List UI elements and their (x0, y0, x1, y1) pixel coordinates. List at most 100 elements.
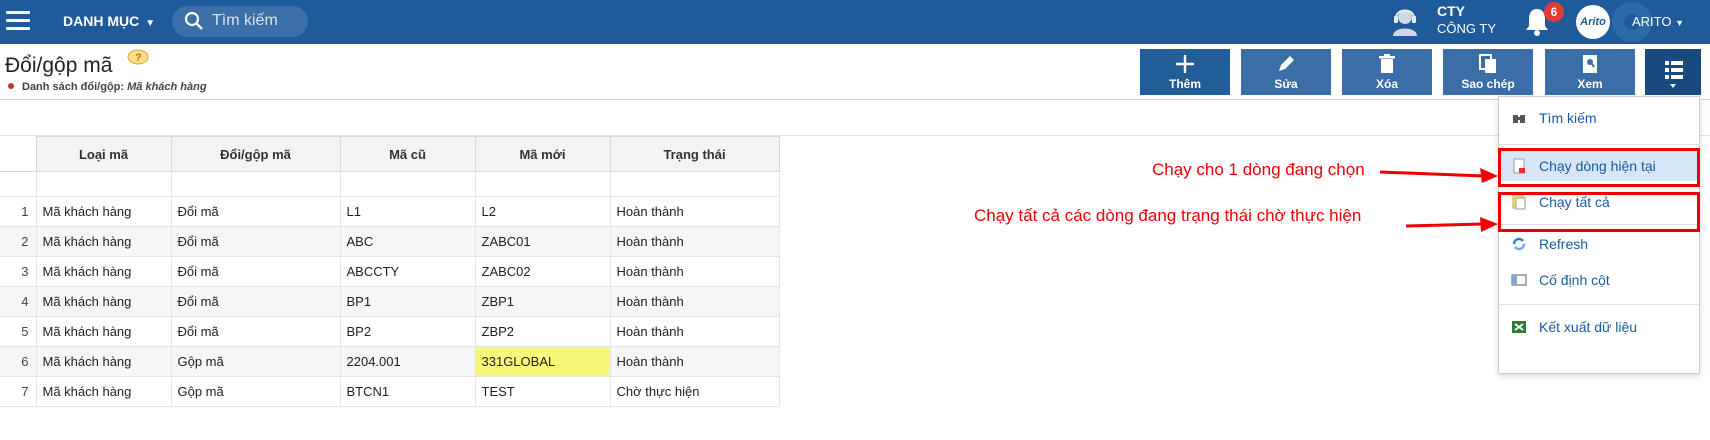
filter-row (0, 171, 780, 197)
excel-export-icon (1512, 321, 1526, 333)
avatar[interactable]: Arito (1576, 5, 1610, 39)
table-cell[interactable]: BP2 (339, 316, 476, 347)
menu-item-export[interactable]: Kết xuất dữ liệu (1499, 312, 1699, 342)
table-cell[interactable]: Đổi mã (170, 256, 341, 287)
table-cell[interactable]: Đổi mã (170, 316, 341, 347)
edit-button[interactable]: Sửa (1241, 49, 1331, 95)
table-cell[interactable]: Đổi mã (170, 286, 341, 317)
table-cell[interactable]: ZBP2 (474, 316, 611, 347)
subtitle-prefix: Danh sách đổi/gộp: (22, 81, 125, 93)
table-cell[interactable]: Mã khách hàng (35, 376, 172, 407)
menu-item-search[interactable]: Tìm kiếm (1499, 103, 1699, 133)
selected-table-cell[interactable]: 331GLOBAL (474, 346, 611, 377)
table-cell[interactable]: ZABC01 (474, 226, 611, 257)
table-cell[interactable]: ABCCTY (339, 256, 476, 287)
column-header[interactable]: Mã cũ (339, 136, 476, 172)
delete-button-label: Xóa (1375, 77, 1398, 91)
row-number: 2 (0, 226, 37, 257)
bullet-dot-icon (8, 83, 14, 89)
table-cell[interactable]: Hoàn thành (609, 346, 780, 377)
column-header[interactable]: Mã mới (474, 136, 611, 172)
column-header[interactable]: Loại mã (35, 136, 172, 172)
pencil-icon (1241, 53, 1331, 77)
table-row[interactable]: 4 Mã khách hàng Đổi mã BP1 ZBP1 Hoàn thà… (0, 286, 780, 317)
table-cell[interactable]: Đổi mã (170, 196, 341, 227)
top-navbar: DANH MỤC ▼ Tìm kiếm CTY CÔNG TY 6 Arito A… (0, 0, 1710, 44)
support-agent-icon[interactable] (1388, 4, 1422, 38)
table-cell[interactable]: Gộp mã (170, 346, 341, 377)
menu-item-freeze-column[interactable]: Cố định cột (1499, 265, 1699, 295)
annotation-run-all: Chạy tất cả các dòng đang trạng thái chờ… (974, 206, 1362, 225)
menu-divider (1499, 304, 1699, 305)
table-cell[interactable]: BTCN1 (339, 376, 476, 407)
table-cell[interactable]: Mã khách hàng (35, 286, 172, 317)
column-header[interactable]: Trạng thái (609, 136, 780, 172)
category-menu-button[interactable]: DANH MỤC ▼ (63, 13, 155, 29)
table-row[interactable]: 5 Mã khách hàng Đổi mã BP2 ZBP2 Hoàn thà… (0, 316, 780, 347)
table-cell[interactable]: TEST (474, 376, 611, 407)
table-cell[interactable]: Hoàn thành (609, 286, 780, 317)
page-subtitle: Danh sách đổi/gộp: Mã khách hàng (8, 81, 207, 93)
table-cell[interactable]: Đổi mã (170, 226, 341, 257)
highlight-box-run-current (1498, 148, 1700, 187)
annotation-run-current: Chạy cho 1 dòng đang chọn (1152, 160, 1365, 179)
copy-icon (1443, 53, 1533, 77)
column-header[interactable]: Đổi/gộp mã (170, 136, 341, 172)
table-cell[interactable]: ZBP1 (474, 286, 611, 317)
filter-cell[interactable] (474, 171, 611, 197)
filter-cell[interactable] (35, 171, 172, 197)
user-menu-button[interactable]: ARITO ▼ (1632, 14, 1684, 29)
table-row[interactable]: 1 Mã khách hàng Đổi mã L1 L2 Hoàn thành (0, 196, 780, 227)
table-cell[interactable]: Mã khách hàng (35, 316, 172, 347)
menu-item-refresh[interactable]: Refresh (1499, 229, 1699, 259)
table-cell[interactable]: Mã khách hàng (35, 226, 172, 257)
filter-cell[interactable] (170, 171, 341, 197)
delete-button[interactable]: Xóa (1342, 49, 1432, 95)
table-cell[interactable]: L1 (339, 196, 476, 227)
table-row[interactable]: 7 Mã khách hàng Gộp mã BTCN1 TEST Chờ th… (0, 376, 780, 407)
add-button-label: Thêm (1168, 77, 1201, 91)
table-row[interactable]: 6 Mã khách hàng Gộp mã 2204.001 331GLOBA… (0, 346, 780, 377)
help-question-icon[interactable]: ? (127, 49, 149, 67)
table-cell[interactable]: Gộp mã (170, 376, 341, 407)
table-cell[interactable]: BP1 (339, 286, 476, 317)
table-cell[interactable]: 2204.001 (339, 346, 476, 377)
table-header-row: Loại mã Đổi/gộp mã Mã cũ Mã mới Trạng th… (0, 136, 780, 172)
row-number: 5 (0, 316, 37, 347)
more-actions-menu-button[interactable] (1645, 49, 1701, 95)
table-cell[interactable]: Mã khách hàng (35, 256, 172, 287)
table-cell[interactable]: Mã khách hàng (35, 196, 172, 227)
global-search-input[interactable]: Tìm kiếm (172, 6, 308, 37)
add-button[interactable]: Thêm (1140, 49, 1230, 95)
caret-down-icon: ▼ (1675, 18, 1685, 28)
arrow-right-icon (1406, 217, 1498, 232)
copy-button-label: Sao chép (1461, 77, 1515, 91)
row-number: 3 (0, 256, 37, 287)
copy-button[interactable]: Sao chép (1443, 49, 1533, 95)
hamburger-menu-icon[interactable] (6, 11, 32, 33)
table-cell[interactable]: Mã khách hàng (35, 346, 172, 377)
table-row[interactable]: 3 Mã khách hàng Đổi mã ABCCTY ZABC02 Hoà… (0, 256, 780, 287)
table-cell[interactable]: Hoàn thành (609, 226, 780, 257)
table-row[interactable]: 2 Mã khách hàng Đổi mã ABC ZABC01 Hoàn t… (0, 226, 780, 257)
table-cell[interactable]: ABC (339, 226, 476, 257)
table-cell[interactable]: Hoàn thành (609, 316, 780, 347)
table-cell[interactable]: ZABC02 (474, 256, 611, 287)
row-number-header (0, 136, 37, 172)
filter-row-number (0, 171, 37, 197)
subtitle-value: Mã khách hàng (127, 81, 207, 93)
table-cell[interactable]: L2 (474, 196, 611, 227)
table-cell[interactable]: Hoàn thành (609, 256, 780, 287)
arrow-right-icon (1380, 168, 1498, 183)
table-cell[interactable]: Hoàn thành (609, 196, 780, 227)
company-switcher[interactable]: CTY CÔNG TY (1437, 3, 1496, 37)
filter-cell[interactable] (609, 171, 780, 197)
view-button[interactable]: Xem (1545, 49, 1635, 95)
row-number: 1 (0, 196, 37, 227)
filter-cell[interactable] (339, 171, 476, 197)
category-menu-label: DANH MỤC (63, 13, 140, 29)
table-cell[interactable]: Chờ thực hiện (609, 376, 780, 407)
menu-item-label: Cố định cột (1539, 272, 1610, 288)
search-placeholder: Tìm kiếm (212, 12, 278, 29)
menu-item-label: Tìm kiếm (1539, 110, 1597, 126)
